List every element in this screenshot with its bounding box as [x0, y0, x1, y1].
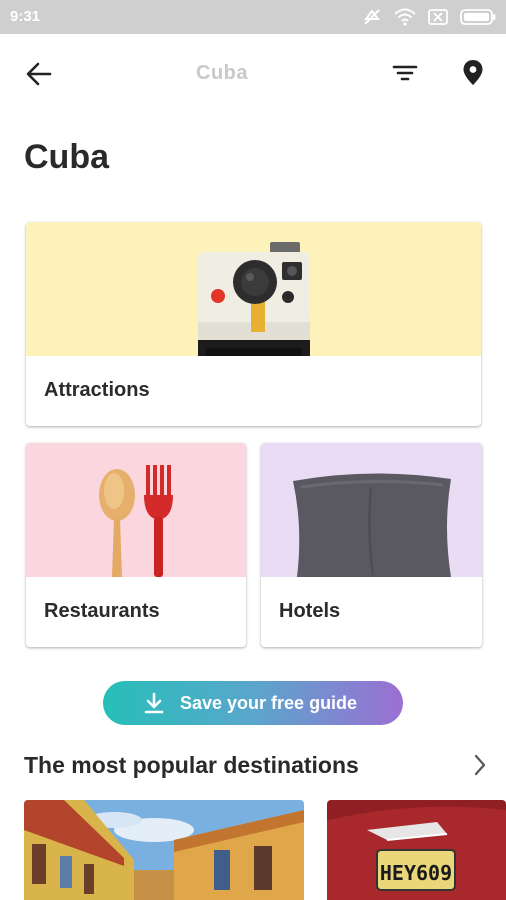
spoon-fork-icon — [99, 465, 173, 577]
filter-icon — [392, 65, 418, 81]
destination-card[interactable]: HEY609 — [327, 800, 506, 900]
popular-see-all-button[interactable] — [468, 752, 492, 778]
category-label: Restaurants — [44, 600, 160, 622]
app-bar-title: Cuba — [196, 62, 248, 84]
pillow-icon — [293, 473, 451, 577]
status-time: 9:31 — [10, 8, 41, 25]
popular-destinations-title: The most popular destinations — [24, 752, 359, 778]
status-bar: 9:31 — [0, 0, 506, 34]
wifi-icon — [394, 8, 416, 26]
status-icons — [362, 7, 496, 27]
instant-camera-icon — [198, 242, 310, 356]
battery-icon — [460, 9, 496, 25]
page-title: Cuba — [24, 138, 109, 176]
location-pin-icon — [463, 60, 483, 85]
no-sim-icon — [428, 9, 448, 25]
attractions-image — [26, 222, 481, 356]
save-guide-button[interactable]: Save your free guide — [103, 681, 403, 725]
save-guide-label: Save your free guide — [180, 693, 358, 713]
category-label: Attractions — [44, 379, 150, 401]
chevron-right-icon — [474, 754, 486, 776]
category-card-restaurants[interactable]: Restaurants — [26, 443, 246, 647]
destination-image-car: HEY609 — [327, 800, 506, 900]
category-card-hotels[interactable]: Hotels — [261, 443, 482, 647]
destination-image-street — [24, 800, 304, 900]
map-button[interactable] — [458, 58, 488, 88]
destination-card[interactable] — [24, 800, 304, 900]
back-button[interactable] — [22, 60, 56, 94]
arrow-back-icon — [26, 62, 52, 86]
mute-icon — [362, 7, 382, 27]
category-label: Hotels — [279, 600, 341, 622]
app-bar: Cuba — [0, 34, 506, 114]
license-plate-text: HEY609 — [380, 861, 452, 885]
download-icon — [144, 692, 164, 714]
category-card-attractions[interactable]: Attractions — [26, 222, 481, 426]
hotels-image — [261, 443, 482, 577]
restaurants-image — [26, 443, 246, 577]
filter-button[interactable] — [390, 60, 420, 90]
